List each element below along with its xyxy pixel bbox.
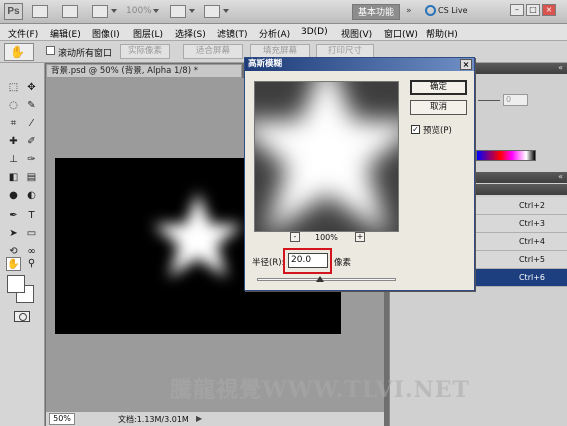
channel-shortcut: Ctrl+6 — [518, 273, 545, 282]
cs-live-icon[interactable] — [425, 5, 436, 16]
menu-file[interactable]: 文件(F) — [8, 27, 38, 40]
preview-star-image — [255, 82, 398, 231]
screen-mode-icon[interactable] — [204, 5, 220, 18]
channel-shortcut: Ctrl+4 — [518, 237, 545, 246]
gaussian-blur-dialog: 高斯模糊 × 确定 取消 ✓ 预览(P) - 100% + 半径(R): 20.… — [244, 57, 475, 291]
radius-unit-label: 像素 — [334, 258, 352, 268]
channel-shortcut: Ctrl+3 — [518, 219, 545, 228]
minimize-button[interactable]: – — [510, 4, 524, 16]
dodge-tool-icon[interactable]: ◐ — [24, 189, 39, 203]
menu-view[interactable]: 视图(V) — [341, 27, 372, 40]
clone-stamp-tool-icon[interactable]: ⊥ — [6, 153, 21, 167]
zoom-out-button[interactable]: - — [290, 232, 300, 242]
maximize-button[interactable]: □ — [526, 4, 540, 16]
menu-window[interactable]: 窗口(W) — [384, 27, 418, 40]
dialog-title: 高斯模糊 — [248, 59, 283, 69]
chevron-down-icon[interactable] — [223, 9, 229, 13]
crop-tool-icon[interactable]: ⌗ — [6, 117, 21, 131]
type-tool-icon[interactable]: T — [24, 209, 39, 223]
status-menu-arrow-icon[interactable]: ▶ — [196, 414, 202, 423]
mini-bridge-icon[interactable] — [62, 5, 78, 18]
channel-shortcut: Ctrl+5 — [518, 255, 545, 264]
menu-help[interactable]: 帮助(H) — [426, 27, 458, 40]
quick-mask-icon[interactable] — [14, 311, 30, 322]
cancel-button[interactable]: 取消 — [410, 100, 467, 115]
menu-edit[interactable]: 编辑(E) — [50, 27, 81, 40]
menu-image[interactable]: 图像(I) — [92, 27, 120, 40]
hand-icon: ✋ — [10, 45, 25, 59]
scroll-all-windows-checkbox[interactable] — [46, 46, 55, 55]
zoom-level[interactable]: 100% — [126, 6, 152, 16]
color-spectrum-bar[interactable] — [476, 150, 536, 161]
channel-shortcut: Ctrl+2 — [518, 201, 545, 210]
collapse-icon[interactable]: « — [558, 172, 563, 181]
menu-bar: 文件(F) 编辑(E) 图像(I) 图层(L) 选择(S) 滤镜(T) 分析(A… — [0, 24, 567, 41]
radius-slider-thumb[interactable] — [315, 276, 324, 282]
brush-tool-icon[interactable]: ✐ — [24, 135, 39, 149]
path-select-tool-icon[interactable]: ➤ — [6, 227, 21, 241]
workspace-more-icon[interactable]: » — [406, 6, 412, 16]
panel-slider[interactable] — [478, 100, 500, 101]
chevron-down-icon[interactable] — [111, 9, 117, 13]
menu-layer[interactable]: 图层(L) — [133, 27, 163, 40]
scroll-all-windows-label: 滚动所有窗口 — [58, 49, 113, 59]
tools-panel: ⬚ ✥ ◌ ✎ ⌗ ⁄ ✚ ✐ ⊥ ✑ ◧ ▤ ● ◐ ✒ T ➤ ▭ ⟲ ∞ … — [0, 63, 45, 426]
workspace-button[interactable]: 基本功能 — [352, 4, 400, 20]
collapse-icon[interactable]: « — [558, 63, 563, 72]
history-brush-tool-icon[interactable]: ✑ — [24, 153, 39, 167]
shape-tool-icon[interactable]: ▭ — [24, 227, 39, 241]
panel-value-field[interactable]: 0 — [503, 94, 528, 106]
menu-3d[interactable]: 3D(D) — [301, 27, 328, 37]
eraser-tool-icon[interactable]: ◧ — [6, 171, 21, 185]
blur-preview[interactable] — [254, 81, 399, 232]
dialog-close-icon[interactable]: × — [460, 59, 472, 70]
menu-select[interactable]: 选择(S) — [175, 27, 206, 40]
document-tab[interactable]: 背景.psd @ 50% (背景, Alpha 1/8) * — [46, 64, 242, 78]
preview-zoom-percent: 100% — [315, 233, 338, 242]
fit-screen-button[interactable]: 适合屏幕 — [183, 44, 243, 59]
arrange-documents-icon[interactable] — [170, 5, 186, 18]
view-extras-icon[interactable] — [92, 5, 108, 18]
bridge-icon[interactable] — [32, 5, 48, 18]
chevron-down-icon[interactable] — [153, 9, 159, 13]
ok-button[interactable]: 确定 — [410, 80, 467, 95]
blur-tool-icon[interactable]: ● — [6, 189, 21, 203]
dialog-title-bar[interactable]: 高斯模糊 × — [245, 58, 474, 71]
radius-slider-track[interactable] — [257, 278, 396, 281]
lasso-tool-icon[interactable]: ◌ — [6, 99, 21, 113]
move-tool-icon[interactable]: ✥ — [24, 81, 39, 95]
menu-analysis[interactable]: 分析(A) — [259, 27, 290, 40]
menu-filter[interactable]: 滤镜(T) — [217, 27, 248, 40]
zoom-tool-icon[interactable]: ⚲ — [24, 257, 39, 271]
document-size-info: 文档:1.13M/3.01M — [118, 415, 189, 424]
eyedropper-tool-icon[interactable]: ⁄ — [24, 117, 39, 131]
quick-select-tool-icon[interactable]: ✎ — [24, 99, 39, 113]
watermark: 騰龍視覺WWW.TLVI.NET — [170, 377, 470, 403]
chevron-down-icon[interactable] — [189, 9, 195, 13]
radius-input[interactable]: 20.0 — [288, 253, 328, 268]
pen-tool-icon[interactable]: ✒ — [6, 209, 21, 223]
cs-live-button[interactable]: CS Live — [438, 6, 468, 15]
actual-pixels-button[interactable]: 实际像素 — [120, 44, 170, 59]
gradient-tool-icon[interactable]: ▤ — [24, 171, 39, 185]
document-title: 背景.psd @ 50% (背景, Alpha 1/8) * — [51, 66, 198, 76]
hand-tool-icon[interactable]: ✋ — [6, 257, 21, 271]
zoom-in-button[interactable]: + — [355, 232, 365, 242]
healing-brush-tool-icon[interactable]: ✚ — [6, 135, 21, 149]
radius-label: 半径(R): — [252, 258, 285, 268]
status-zoom-field[interactable]: 50% — [49, 413, 75, 425]
tool-preset-picker[interactable]: ✋ — [4, 43, 34, 61]
marquee-tool-icon[interactable]: ⬚ — [6, 81, 21, 95]
close-button[interactable]: × — [542, 4, 556, 16]
status-bar: 50% 文档:1.13M/3.01M ▶ — [46, 411, 384, 426]
photoshop-logo: Ps — [4, 3, 23, 20]
preview-checkbox[interactable]: ✓ — [411, 125, 420, 134]
preview-label: 预览(P) — [423, 126, 452, 136]
foreground-color-swatch[interactable] — [7, 275, 25, 293]
app-bar: Ps 100% 基本功能 » CS Live – □ × — [0, 0, 567, 24]
